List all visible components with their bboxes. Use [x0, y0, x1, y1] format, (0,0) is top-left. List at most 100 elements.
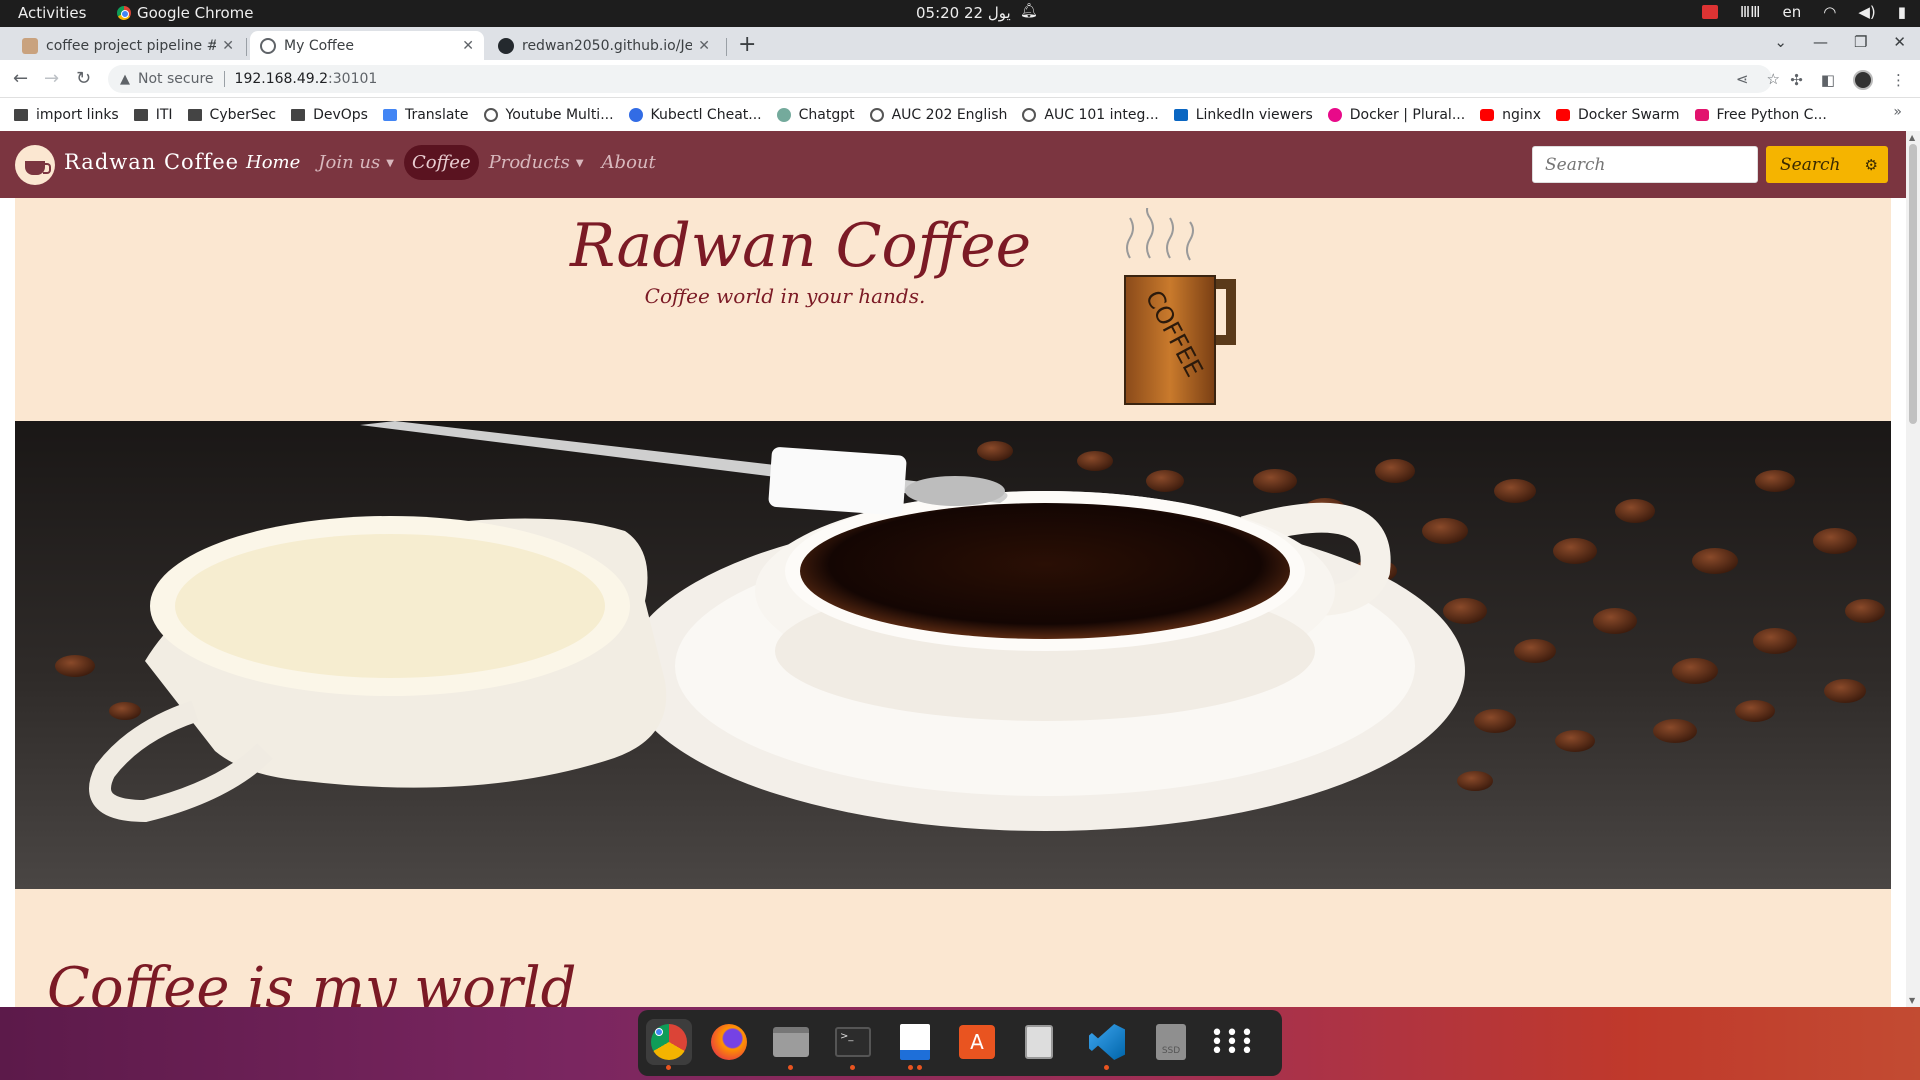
bookmark-iti[interactable]: ITI: [133, 106, 173, 123]
new-tab-button[interactable]: +: [738, 32, 756, 57]
star-icon[interactable]: ☆: [1767, 70, 1780, 88]
site-brand[interactable]: Radwan Coffee: [64, 150, 239, 174]
ubuntu-dock: >_ A SSD ••• ••• •••: [638, 1010, 1282, 1076]
volume-icon[interactable]: ◀︎): [1858, 3, 1875, 21]
files-dock-icon[interactable]: [768, 1019, 814, 1070]
maximize-icon[interactable]: ❐: [1854, 33, 1867, 51]
site-search-button[interactable]: Search ⚙: [1766, 146, 1888, 183]
extension-area: ✣ ◧ ⋮: [1790, 70, 1906, 90]
bookmark-label: Free Python C...: [1716, 106, 1827, 123]
terminal-dock-icon[interactable]: >_: [830, 1019, 876, 1070]
more-bookmarks-icon[interactable]: »: [1893, 104, 1902, 120]
battery-icon[interactable]: ▮: [1898, 3, 1906, 21]
bookmark-cybersec[interactable]: CyberSec: [187, 107, 276, 123]
bookmark-label: nginx: [1502, 106, 1541, 123]
bookmark-docker-plural[interactable]: Docker | Plural...: [1327, 107, 1465, 123]
close-icon[interactable]: ✕: [698, 38, 710, 54]
search-button-label: Search: [1780, 154, 1841, 175]
bookmark-free-python[interactable]: Free Python C...: [1694, 106, 1827, 123]
system-tray[interactable]: ⅢⅢ en ◠ ◀︎) ▮: [1701, 3, 1906, 21]
bookmark-chatgpt[interactable]: Chatgpt: [776, 107, 855, 123]
ssd-drive-dock-icon[interactable]: SSD: [1148, 1019, 1194, 1065]
url-port[interactable]: :30101: [328, 71, 377, 87]
scroll-up-icon[interactable]: ▲: [1909, 133, 1915, 142]
bookmark-nginx[interactable]: nginx: [1480, 107, 1541, 123]
clipboard-dock-icon[interactable]: [1016, 1019, 1062, 1065]
reload-icon[interactable]: ↻: [76, 68, 91, 89]
nav-home[interactable]: Home: [238, 145, 308, 180]
coffee-logo-icon[interactable]: [15, 145, 55, 185]
wifi-icon[interactable]: ◠: [1823, 3, 1836, 21]
clock[interactable]: 05:20 22 يول: [916, 4, 1011, 22]
page-scrollbar[interactable]: ▲ ▼: [1906, 131, 1920, 1007]
firefox-dock-icon[interactable]: [706, 1019, 752, 1065]
screen-record-icon[interactable]: [1701, 5, 1718, 19]
bookmark-label: ITI: [155, 106, 173, 123]
close-window-icon[interactable]: ✕: [1893, 33, 1906, 51]
coffee-cup-hero-image: [15, 421, 1891, 889]
omnibox-actions: ⋖ ☆: [1736, 70, 1780, 88]
warning-icon[interactable]: ▲: [120, 72, 130, 87]
pluralsight-icon: [1327, 107, 1342, 122]
hero-subtitle: Coffee world in your hands.: [644, 284, 926, 308]
os-top-bar: Activities Google Chrome 05:20 22 يول 🔔︎…: [0, 0, 1920, 27]
bookmark-auc-202[interactable]: AUC 202 English: [869, 107, 1007, 123]
app-center-dock-icon[interactable]: A: [954, 1019, 1000, 1065]
bookmark-translate[interactable]: Translate: [382, 107, 469, 123]
bookmark-linkedin[interactable]: LinkedIn viewers: [1173, 107, 1313, 123]
language-indicator[interactable]: en: [1783, 3, 1802, 21]
bookmark-kubectl[interactable]: Kubectl Cheat...: [628, 107, 762, 123]
tab-my-coffee[interactable]: My Coffee ✕: [250, 31, 484, 60]
kubernetes-icon: [628, 107, 643, 122]
bookmark-auc-101[interactable]: AUC 101 integ...: [1022, 107, 1159, 123]
caret-down-icon: ▼: [575, 157, 584, 169]
nav-coffee[interactable]: Coffee: [403, 145, 479, 180]
site-nav: Home Join us ▼ Coffee Products ▼ About: [238, 145, 666, 180]
globe-icon: [483, 107, 498, 122]
app-grid-dock-icon[interactable]: ••• ••• •••: [1210, 1019, 1256, 1065]
bookmark-devops[interactable]: DevOps: [291, 107, 368, 123]
bookmark-docker-swarm[interactable]: Docker Swarm: [1555, 107, 1680, 123]
tab-title: redwan2050.github.io/Je: [522, 37, 693, 54]
window-controls: ⌄ — ❐ ✕: [1774, 33, 1906, 51]
scroll-down-icon[interactable]: ▼: [1909, 996, 1915, 1005]
back-arrow-icon[interactable]: ←: [13, 68, 28, 89]
input-method-icon[interactable]: ⅢⅢ: [1740, 3, 1761, 21]
web-page: Radwan Coffee Home Join us ▼ Coffee Produ…: [0, 131, 1920, 1007]
forward-arrow-icon[interactable]: →: [44, 68, 59, 89]
address-bar[interactable]: ▲ Not secure 192.168.49.2 :30101: [108, 65, 1772, 93]
security-label[interactable]: Not secure: [138, 71, 214, 87]
bookmark-import-links[interactable]: import links: [14, 107, 119, 123]
bookmark-label: import links: [36, 106, 119, 123]
bookmark-youtube-multi[interactable]: Youtube Multi...: [483, 107, 614, 123]
share-icon[interactable]: ⋖: [1736, 70, 1749, 88]
scroll-thumb[interactable]: [1909, 144, 1917, 424]
nav-label: Join us: [318, 152, 381, 173]
extensions-puzzle-icon[interactable]: ✣: [1790, 71, 1803, 89]
tab-coffee-pipeline[interactable]: coffee project pipeline #2 ✕: [12, 31, 244, 60]
close-icon[interactable]: ✕: [222, 38, 234, 54]
tab-search-icon[interactable]: ⌄: [1774, 33, 1787, 51]
vscode-dock-icon[interactable]: [1084, 1019, 1130, 1070]
bell-icon[interactable]: 🔔︎: [1020, 3, 1038, 19]
site-search-input[interactable]: [1532, 146, 1758, 183]
nav-join-us[interactable]: Join us ▼: [310, 145, 402, 180]
globe-icon: [1022, 107, 1037, 122]
minimize-icon[interactable]: —: [1813, 33, 1828, 51]
close-icon[interactable]: ✕: [462, 38, 474, 54]
nav-products[interactable]: Products ▼: [481, 145, 592, 180]
nav-about[interactable]: About: [594, 145, 664, 180]
activities-button[interactable]: Activities: [18, 4, 86, 22]
url-host[interactable]: 192.168.49.2: [235, 71, 329, 87]
chrome-dock-icon[interactable]: [646, 1019, 692, 1070]
hero-title: Radwan Coffee: [570, 211, 1032, 281]
app-menu[interactable]: Google Chrome: [117, 4, 254, 22]
profile-avatar[interactable]: [1853, 70, 1873, 90]
tab-github-pages[interactable]: redwan2050.github.io/Je ✕: [488, 31, 720, 60]
browser-toolbar: ← → ↻ ▲ Not secure 192.168.49.2 :30101 ⋖…: [0, 60, 1920, 98]
globe-icon: [869, 107, 884, 122]
writer-dock-icon[interactable]: [892, 1019, 938, 1070]
side-panel-icon[interactable]: ◧: [1821, 71, 1835, 89]
menu-kebab-icon[interactable]: ⋮: [1891, 71, 1906, 89]
nav-label: Products: [488, 152, 570, 173]
